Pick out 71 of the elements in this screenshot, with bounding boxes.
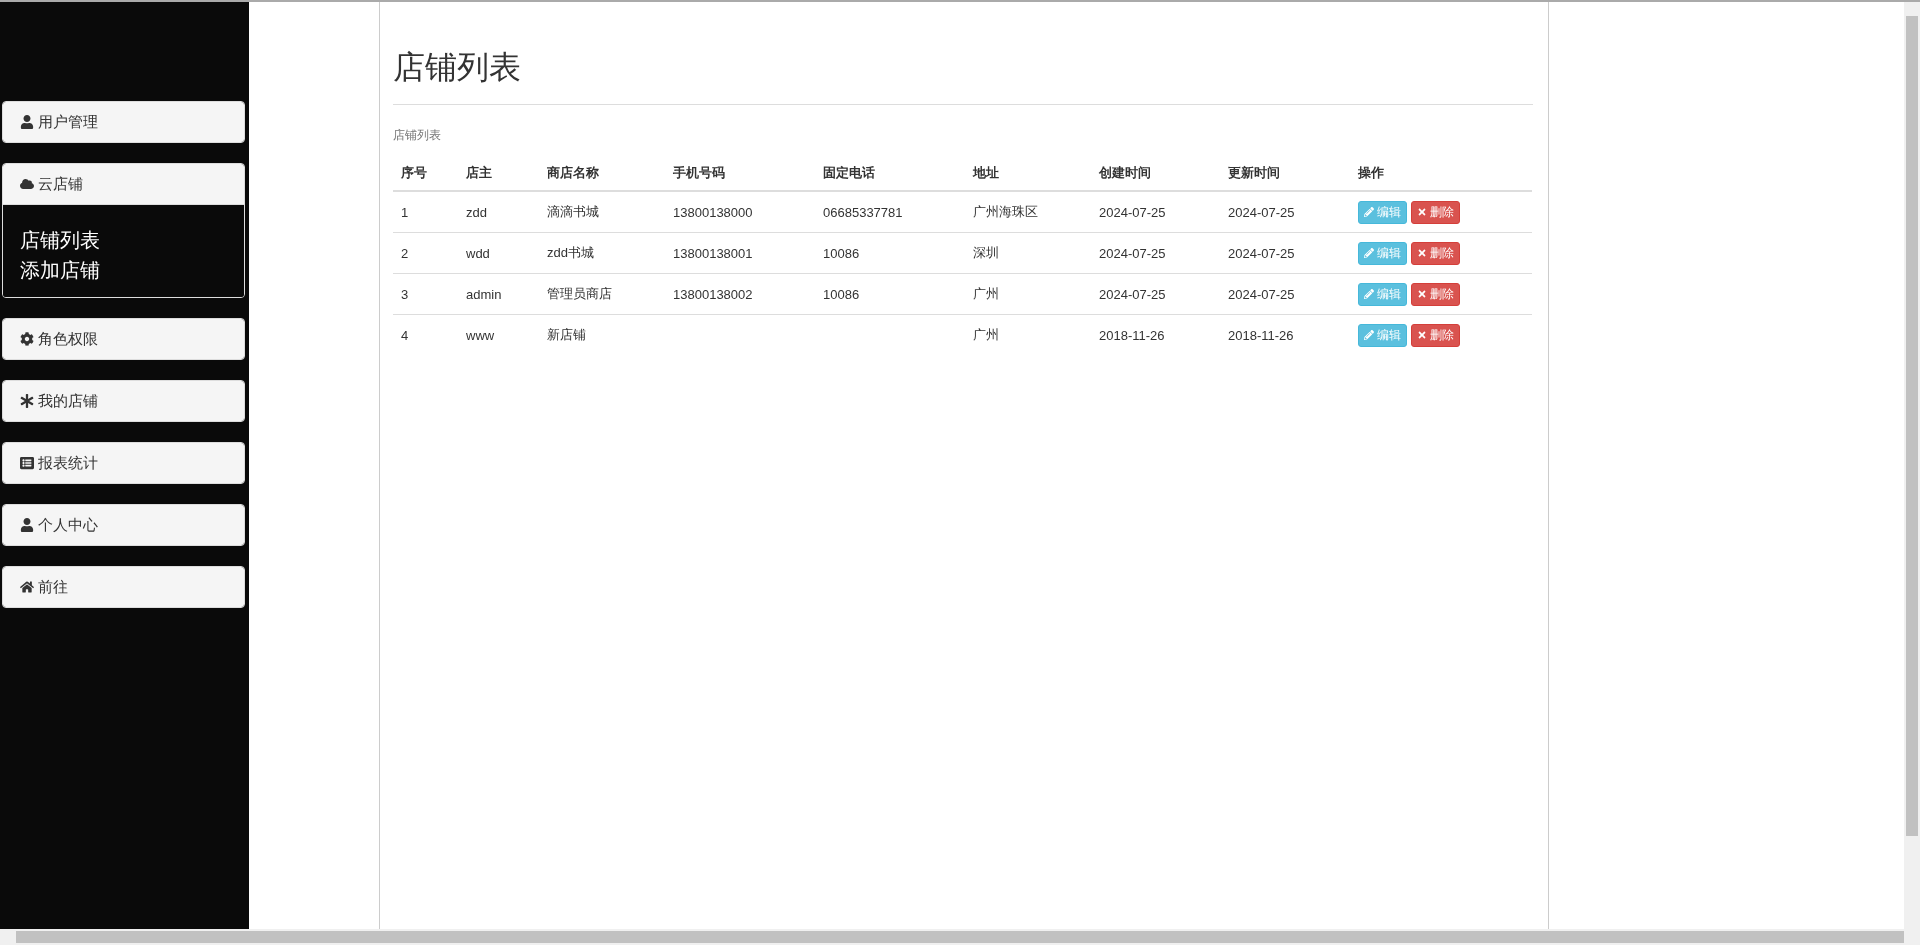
- table-cell: zdd: [458, 191, 539, 233]
- home-icon: [20, 580, 34, 594]
- table-cell: 4: [393, 314, 458, 355]
- table-cell: 06685337781: [815, 191, 965, 233]
- table-cell: 新店铺: [539, 314, 665, 355]
- close-icon: [1417, 289, 1427, 299]
- delete-button[interactable]: 删除: [1411, 241, 1460, 265]
- table-cell: 滴滴书城: [539, 191, 665, 233]
- table-cell: 2018-11-26: [1091, 314, 1220, 355]
- table-cell: 2: [393, 232, 458, 274]
- pencil-icon: [1364, 248, 1374, 258]
- table-cell: 2024-07-25: [1220, 232, 1350, 274]
- table-cell: 深圳: [965, 232, 1091, 274]
- cloud-icon: [20, 177, 34, 191]
- table-cell: admin: [458, 273, 539, 315]
- delete-button[interactable]: 删除: [1411, 200, 1460, 224]
- gear-icon: [20, 332, 34, 346]
- table-cell: zdd书城: [539, 232, 665, 274]
- pencil-icon: [1364, 330, 1374, 340]
- table-cell: 广州: [965, 273, 1091, 315]
- horizontal-scrollbar[interactable]: [0, 929, 1920, 945]
- table-cell: 1: [393, 191, 458, 233]
- pencil-icon: [1364, 289, 1374, 299]
- table-cell: 2024-07-25: [1091, 273, 1220, 315]
- table-cell: 2024-07-25: [1220, 273, 1350, 315]
- table-cell: www: [458, 314, 539, 355]
- table-cell: 10086: [815, 232, 965, 274]
- sidebar-menu-button[interactable]: 角色权限: [3, 319, 244, 359]
- submenu-link[interactable]: 添加店铺: [20, 255, 100, 285]
- sidebar-menu-button[interactable]: 前往: [3, 567, 244, 607]
- column-header: 操作: [1350, 156, 1532, 191]
- close-icon: [1417, 330, 1427, 340]
- sidebar-menu-button[interactable]: 报表统计: [3, 443, 244, 483]
- column-header: 序号: [393, 156, 458, 191]
- column-header: 固定电话: [815, 156, 965, 191]
- column-header: 地址: [965, 156, 1091, 191]
- table-cell: 3: [393, 273, 458, 315]
- table-cell: 2024-07-25: [1091, 232, 1220, 274]
- table-cell: 广州海珠区: [965, 191, 1091, 233]
- table-cell: 管理员商店: [539, 273, 665, 315]
- delete-button[interactable]: 删除: [1411, 282, 1460, 306]
- sidebar-menu-button[interactable]: 我的店铺: [3, 381, 244, 421]
- close-icon: [1417, 248, 1427, 258]
- table-cell: 13800138000: [665, 191, 815, 233]
- asterisk-icon: [20, 394, 34, 408]
- column-header: 更新时间: [1220, 156, 1350, 191]
- table-cell: wdd: [458, 232, 539, 274]
- table-cell: 13800138001: [665, 232, 815, 274]
- submenu-link[interactable]: 店铺列表: [20, 225, 100, 255]
- vertical-scrollbar[interactable]: [1904, 2, 1920, 929]
- page-title: 店铺列表: [393, 48, 521, 87]
- table-cell: 2024-07-25: [1220, 191, 1350, 233]
- column-header: 手机号码: [665, 156, 815, 191]
- sidebar-menu-button[interactable]: 云店铺: [3, 164, 244, 205]
- sidebar-menu-button[interactable]: 用户管理: [3, 102, 244, 142]
- user-icon: [20, 115, 34, 129]
- table-cell: 广州: [965, 314, 1091, 355]
- list-icon: [20, 456, 34, 470]
- sidebar-menu-button[interactable]: 个人中心: [3, 505, 244, 545]
- table-cell: 13800138002: [665, 273, 815, 315]
- column-header: 店主: [458, 156, 539, 191]
- table-cell: 2018-11-26: [1220, 314, 1350, 355]
- table-cell: 2024-07-25: [1091, 191, 1220, 233]
- delete-button[interactable]: 删除: [1411, 323, 1460, 347]
- column-header: 创建时间: [1091, 156, 1220, 191]
- pencil-icon: [1364, 207, 1374, 217]
- column-header: 商店名称: [539, 156, 665, 191]
- close-icon: [1417, 207, 1427, 217]
- table-cell: 10086: [815, 273, 965, 315]
- table-caption: 店铺列表: [393, 127, 441, 144]
- user-icon: [20, 518, 34, 532]
